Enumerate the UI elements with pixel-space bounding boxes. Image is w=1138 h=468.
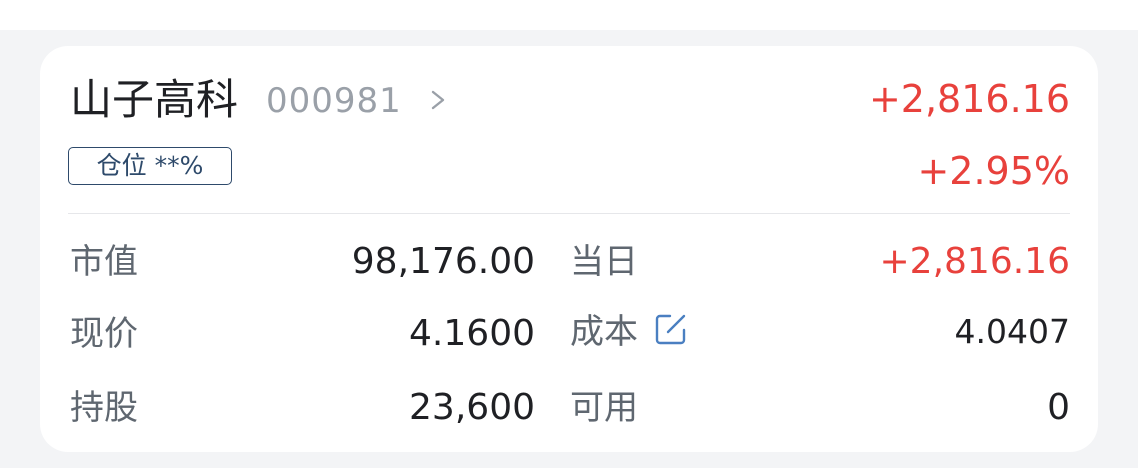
stock-name: 山子高科 [70,75,239,124]
cost-value: 4.0407 [954,312,1070,351]
today-pnl-label: 当日 [570,242,638,282]
edit-icon[interactable] [654,312,688,346]
divider [68,213,1070,214]
available-value: 0 [1047,387,1070,428]
cost-label: 成本 [570,312,638,352]
market-value-label: 市值 [70,242,138,282]
top-strip [0,0,1138,30]
profit-loss-percent: +2.95% [917,149,1070,193]
current-price-value: 4.1600 [409,313,535,354]
position-badge: 仓位 **% [68,147,232,185]
chevron-right-icon[interactable] [428,80,450,120]
current-price-label: 现价 [70,314,138,354]
holdings-value: 23,600 [409,387,535,428]
market-value: 98,176.00 [351,241,535,282]
today-pnl-value: +2,816.16 [879,241,1070,282]
stock-code: 000981 [266,81,402,121]
available-label: 可用 [570,388,638,428]
profit-loss-amount: +2,816.16 [868,77,1070,121]
holdings-label: 持股 [70,388,138,428]
position-card[interactable]: 山子高科 000981 仓位 **% +2,816.16 +2.95% 市值 9… [40,46,1098,452]
